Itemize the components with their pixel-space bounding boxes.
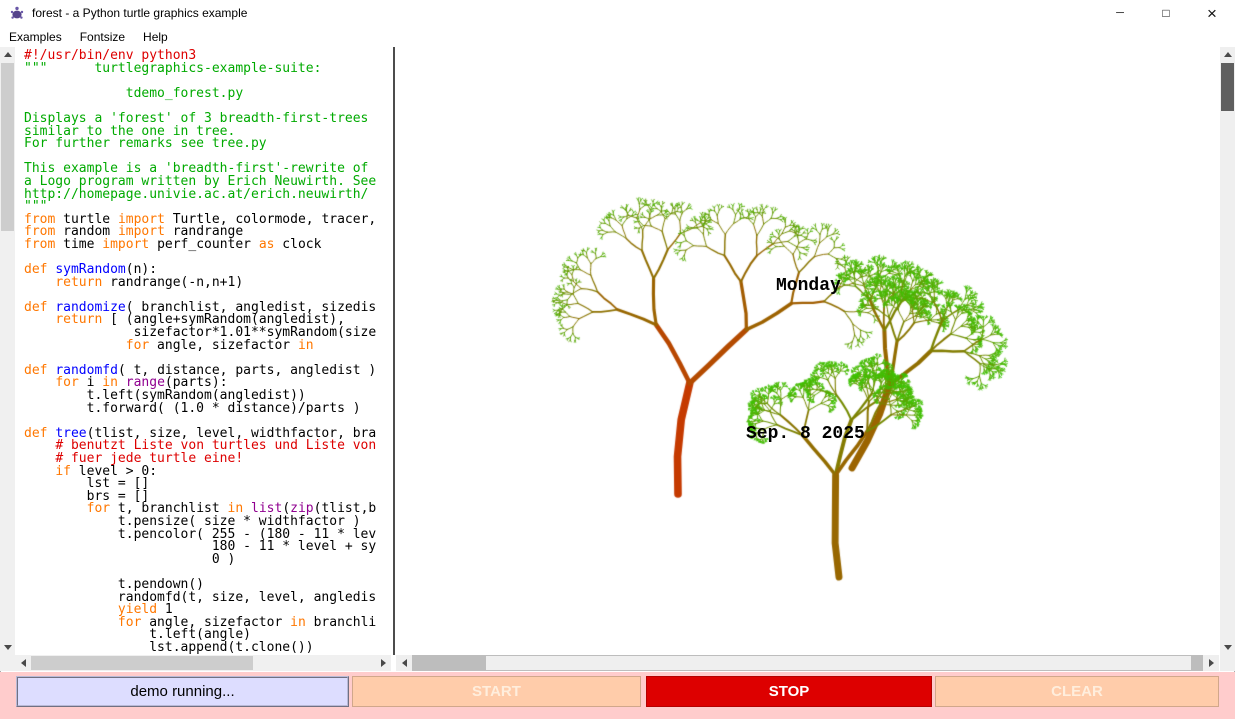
status-label: demo running...	[16, 676, 349, 707]
menu-fontsize[interactable]: Fontsize	[71, 28, 134, 46]
canvas-horizontal-scrollbar[interactable]	[396, 655, 1219, 671]
window-controls: ─ □ ×	[1097, 0, 1235, 26]
minimize-button[interactable]: ─	[1097, 0, 1143, 26]
scrollbar-corner	[1220, 655, 1235, 671]
close-button[interactable]: ×	[1189, 0, 1235, 26]
window-title: forest - a Python turtle graphics exampl…	[32, 6, 247, 20]
scroll-up-icon[interactable]	[0, 47, 15, 62]
menu-examples[interactable]: Examples	[0, 28, 71, 46]
scroll-up-icon[interactable]	[1220, 47, 1235, 62]
maximize-icon: □	[1162, 7, 1169, 19]
scroll-right-icon[interactable]	[1203, 655, 1219, 671]
canvas-pane: Monday Sep. 8 2025	[396, 47, 1219, 655]
scrollbar-corner	[0, 655, 15, 671]
turtle-canvas	[396, 47, 1219, 655]
clear-button[interactable]: CLEAR	[935, 676, 1219, 707]
minimize-icon: ─	[1116, 8, 1124, 19]
code-vertical-scrollbar[interactable]	[0, 47, 15, 655]
scroll-down-icon[interactable]	[0, 640, 15, 655]
maximize-button[interactable]: □	[1143, 0, 1189, 26]
menu-bar: Examples Fontsize Help	[0, 26, 1235, 47]
pane-divider	[391, 47, 396, 671]
code-vscroll-thumb[interactable]	[1, 63, 14, 231]
code-editor[interactable]: #!/usr/bin/env python3""" turtlegraphics…	[15, 47, 391, 655]
stop-button[interactable]: STOP	[646, 676, 932, 707]
code-hscroll-thumb[interactable]	[31, 656, 253, 670]
close-icon: ×	[1207, 5, 1217, 22]
app-window: forest - a Python turtle graphics exampl…	[0, 0, 1235, 719]
scroll-down-icon[interactable]	[1220, 640, 1235, 655]
code-horizontal-scrollbar[interactable]	[15, 655, 391, 671]
canvas-vscroll-thumb[interactable]	[1221, 63, 1234, 111]
main-area: #!/usr/bin/env python3""" turtlegraphics…	[0, 47, 1235, 655]
scroll-right-icon[interactable]	[375, 655, 391, 671]
canvas-vertical-scrollbar[interactable]	[1220, 47, 1235, 655]
canvas-text-date: Sep. 8 2025	[746, 424, 865, 444]
status-bar: demo running... START STOP CLEAR	[0, 672, 1235, 719]
start-button[interactable]: START	[352, 676, 641, 707]
scroll-left-icon[interactable]	[15, 655, 31, 671]
turtle-app-icon	[9, 5, 25, 21]
scroll-left-icon[interactable]	[396, 655, 412, 671]
scroll-row	[0, 655, 1235, 671]
menu-help[interactable]: Help	[134, 28, 177, 46]
canvas-text-monday: Monday	[776, 276, 841, 296]
title-bar: forest - a Python turtle graphics exampl…	[0, 0, 1235, 26]
canvas-hscroll-thumb[interactable]	[486, 656, 1191, 670]
